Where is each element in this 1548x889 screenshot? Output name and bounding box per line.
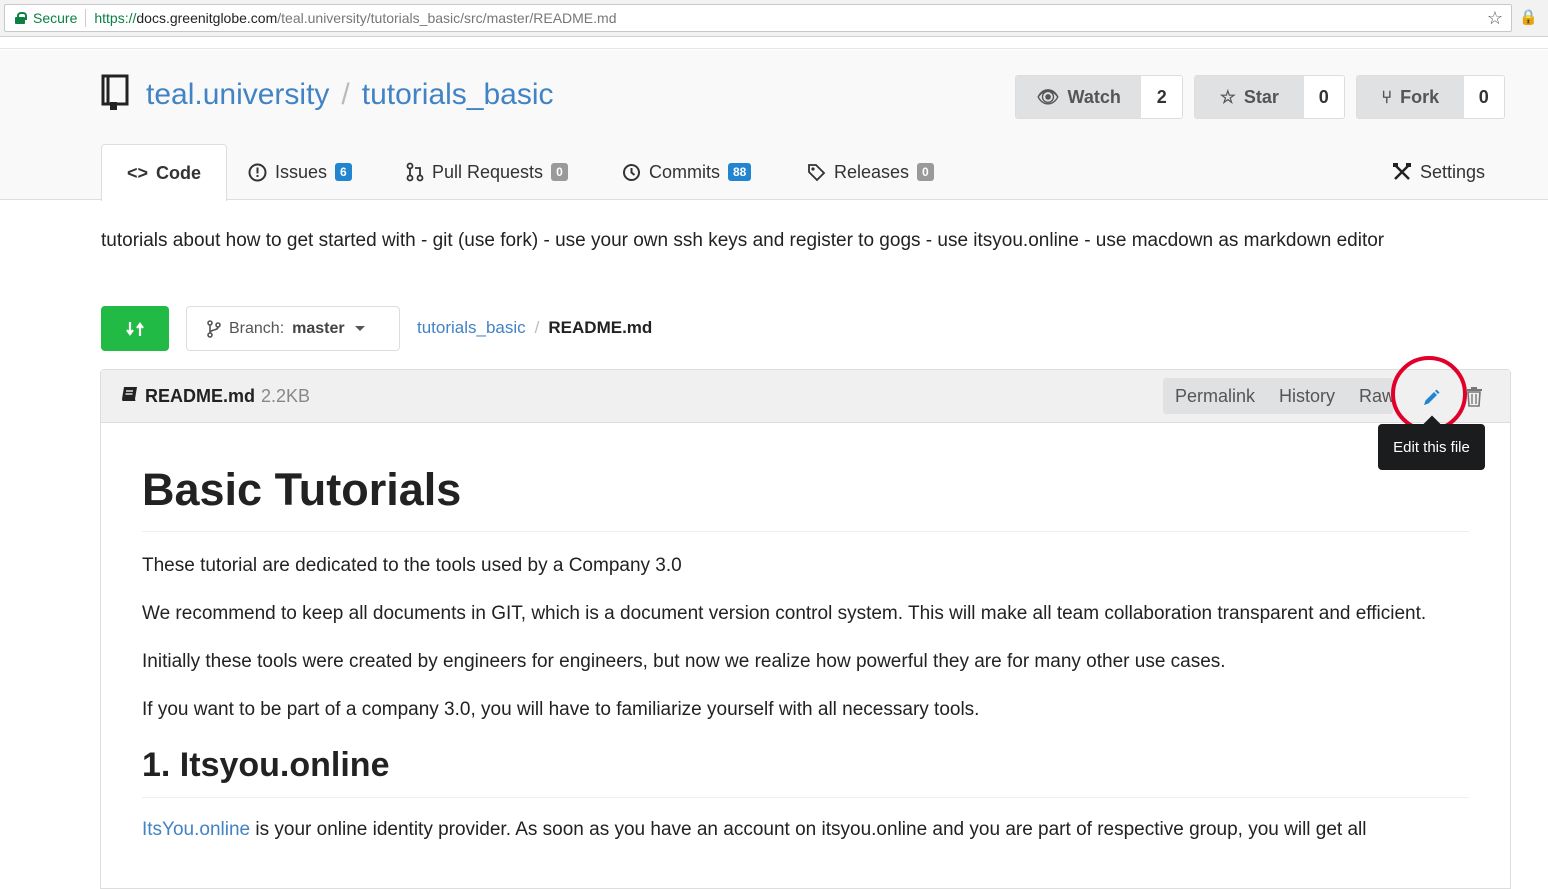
- tab-commits-label: Commits: [649, 161, 720, 182]
- readme-section-heading: 1. Itsyou.online: [142, 746, 1469, 798]
- tab-releases[interactable]: Releases 0: [807, 144, 934, 200]
- tab-code[interactable]: <> Code: [101, 144, 228, 201]
- url-scheme: https://: [94, 10, 137, 26]
- compare-icon: [126, 321, 144, 336]
- tab-pull-requests[interactable]: Pull Requests 0: [406, 144, 568, 200]
- tag-icon: [808, 163, 826, 181]
- lock-icon: [15, 12, 27, 24]
- fork-button[interactable]: ⑂ Fork: [1357, 76, 1464, 118]
- readme-paragraph: We recommend to keep all documents in GI…: [142, 603, 1427, 624]
- bookmark-star-icon[interactable]: ☆: [1487, 8, 1503, 29]
- star-button[interactable]: ☆ Star: [1195, 76, 1304, 118]
- star-count[interactable]: 0: [1303, 76, 1344, 118]
- pull-requests-count-badge: 0: [551, 163, 568, 181]
- tools-icon: [1393, 163, 1411, 180]
- fork-button-group: ⑂ Fork 0: [1356, 75, 1505, 119]
- breadcrumb-current-file: README.md: [548, 318, 653, 337]
- branch-label: Branch:: [229, 319, 285, 337]
- raw-button[interactable]: Raw: [1347, 386, 1393, 407]
- repo-header: teal.university / tutorials_basic 👁 Watc…: [0, 50, 1548, 201]
- tab-settings-label: Settings: [1420, 161, 1486, 182]
- file-view: README.md 2.2KB Permalink History Raw Ba…: [100, 356, 1511, 889]
- tab-pull-requests-label: Pull Requests: [432, 161, 544, 182]
- history-button[interactable]: History: [1267, 386, 1347, 407]
- readme-paragraph: Initially these tools were created by en…: [142, 651, 1226, 672]
- tab-releases-label: Releases: [834, 161, 910, 182]
- url-field[interactable]: Secure https://docs.greenitglobe.com/tea…: [4, 4, 1512, 32]
- branch-name: master: [292, 319, 345, 337]
- url-path: /teal.university/tutorials_basic/src/mas…: [277, 10, 617, 26]
- watch-count[interactable]: 2: [1141, 76, 1182, 118]
- compare-button[interactable]: [101, 306, 169, 351]
- star-icon: ☆: [1219, 86, 1236, 107]
- browser-address-bar: Secure https://docs.greenitglobe.com/tea…: [0, 0, 1548, 37]
- edit-tooltip: Edit this file: [1378, 424, 1485, 470]
- chevron-down-icon: [354, 326, 365, 331]
- repo-description: tutorials about how to get started with …: [101, 230, 1385, 251]
- branch-icon: [207, 319, 221, 338]
- repo-name-link[interactable]: tutorials_basic: [362, 78, 554, 112]
- browser-separator: [0, 37, 1548, 49]
- star-button-group: ☆ Star 0: [1194, 75, 1345, 119]
- readme-paragraph-text: is your online identity provider. As soo…: [250, 819, 1367, 840]
- pull-request-icon: [406, 162, 424, 182]
- breadcrumb: tutorials_basic / README.md: [417, 318, 652, 338]
- repo-owner-link[interactable]: teal.university: [146, 78, 329, 112]
- file-title: README.md 2.2KB: [121, 386, 310, 407]
- commit-icon: [623, 163, 640, 181]
- book-icon: [121, 386, 139, 407]
- breadcrumb-separator: /: [534, 318, 540, 337]
- readme-paragraph: These tutorial are dedicated to the tool…: [142, 555, 682, 576]
- trash-icon[interactable]: [1465, 387, 1483, 407]
- releases-count-badge: 0: [917, 163, 934, 181]
- watch-label: Watch: [1067, 86, 1121, 107]
- url-host: docs.greenitglobe.com: [136, 10, 278, 26]
- code-icon: <>: [127, 162, 149, 183]
- repo-title-separator: /: [341, 78, 350, 111]
- file-name: README.md: [145, 386, 256, 406]
- tab-commits[interactable]: Commits 88: [622, 144, 752, 200]
- readme-paragraph: ItsYou.online is your online identity pr…: [142, 816, 1469, 844]
- eye-icon: 👁: [1036, 86, 1060, 107]
- fork-label: Fork: [1400, 86, 1440, 107]
- url-divider: [85, 9, 87, 27]
- fork-count[interactable]: 0: [1463, 76, 1504, 118]
- extension-icon[interactable]: 🔒: [1519, 8, 1538, 26]
- file-header: README.md 2.2KB Permalink History Raw: [101, 356, 1510, 432]
- star-label: Star: [1243, 86, 1279, 107]
- file-size: 2.2KB: [261, 386, 311, 406]
- tab-issues-label: Issues: [275, 161, 328, 182]
- repo-book-icon: [101, 74, 129, 110]
- readme-heading: Basic Tutorials: [142, 464, 1469, 532]
- breadcrumb-repo-link[interactable]: tutorials_basic: [417, 318, 526, 338]
- tab-issues[interactable]: Issues 6: [248, 144, 352, 200]
- commits-count-badge: 88: [728, 163, 752, 181]
- branch-selector[interactable]: Branch: master: [186, 306, 400, 351]
- secure-label: Secure: [33, 10, 78, 26]
- edit-pencil-icon[interactable]: [1419, 386, 1443, 410]
- watch-button[interactable]: 👁 Watch: [1016, 76, 1142, 118]
- itsyou-online-link[interactable]: ItsYou.online: [142, 819, 250, 840]
- repo-tabs: <> Code Issues 6 Pull Requests 0 Commits…: [0, 144, 1548, 201]
- fork-icon: ⑂: [1381, 86, 1393, 107]
- issue-icon: [248, 163, 267, 181]
- tab-code-label: Code: [156, 162, 202, 183]
- watch-button-group: 👁 Watch 2: [1015, 75, 1183, 119]
- repo-title: teal.university / tutorials_basic: [146, 78, 554, 112]
- file-actions: Permalink History Raw: [1163, 378, 1394, 414]
- readme-content: Basic Tutorials These tutorial are dedic…: [142, 464, 1469, 844]
- issues-count-badge: 6: [335, 163, 352, 181]
- permalink-button[interactable]: Permalink: [1163, 386, 1267, 407]
- readme-paragraph: If you want to be part of a company 3.0,…: [142, 699, 980, 720]
- tab-settings[interactable]: Settings: [1392, 144, 1485, 200]
